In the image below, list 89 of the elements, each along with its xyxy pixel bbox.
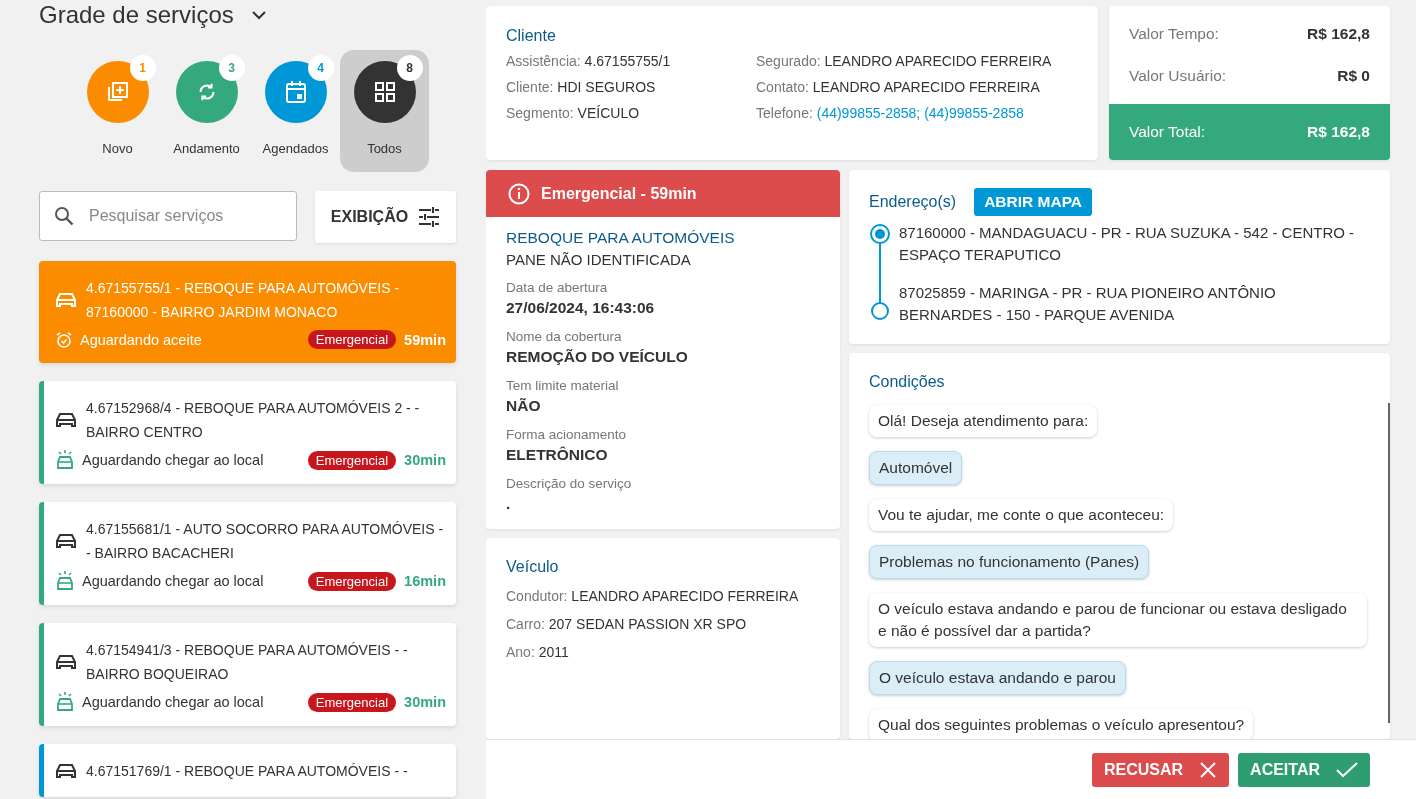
client-field: Telefone: (44)99855-2858; (44)99855-2858	[756, 105, 1078, 121]
status-text: Aguardando chegar ao local	[82, 694, 265, 710]
card-title: Condições	[869, 373, 946, 391]
category-tab[interactable]: 4 Agendados	[251, 50, 340, 172]
vehicle-field: Ano: 2011	[506, 644, 820, 660]
field-label: Nome da cobertura	[506, 329, 623, 344]
category-tab[interactable]: 3 Andamento	[162, 50, 251, 172]
alert-text: Emergencial - 59min	[541, 184, 697, 203]
priority-badge: Emergencial	[307, 330, 397, 349]
category-tab[interactable]: 8 Todos	[340, 50, 429, 172]
total-bar: Valor Total: R$ 162,8	[1109, 104, 1390, 160]
field-value: REMOÇÃO DO VEÍCULO	[506, 348, 689, 366]
answer-bubble: Problemas no funcionamento (Panes)	[869, 545, 1150, 579]
reject-button[interactable]: RECUSAR	[1091, 752, 1230, 787]
card-title: Endereço(s)	[869, 193, 957, 211]
elapsed-time: 59min	[404, 331, 446, 348]
car-with-siren-icon	[56, 571, 74, 591]
info-icon	[508, 182, 530, 205]
card-title: Veículo	[506, 558, 560, 576]
answer-bubble: Automóvel	[869, 451, 963, 485]
chevron-down-icon[interactable]	[251, 10, 266, 20]
priority-badge: Emergencial	[307, 450, 397, 470]
service-card[interactable]: 4.67155755/1 - REBOQUE PARA AUTOMÓVEIS - 87160000 - BAIRRO JARDIM MONACO Aguardando aceite Emergencial 59min	[39, 261, 456, 363]
field-value: ELETRÔNICO	[506, 446, 609, 464]
grid-icon	[373, 81, 396, 103]
service-card[interactable]: 4.67154941/3 - REBOQUE PARA AUTOMÓVEIS - - BAIRRO BOQUEIRAO Aguardando chegar ao local Emergencial 30min	[39, 623, 456, 726]
client-field: Contato: LEANDRO APARECIDO FERREIRA	[756, 79, 1078, 95]
question-bubble: Olá! Deseja atendimento para:	[869, 405, 1098, 437]
car-icon	[56, 292, 76, 308]
count-badge: 1	[129, 55, 156, 81]
service-title: 4.67155755/1 - REBOQUE PARA AUTOMÓVEIS - 87160000 - BAIRRO JARDIM MONACO	[86, 279, 401, 322]
service-title: 4.67152968/4 - REBOQUE PARA AUTOMÓVEIS 2 - - BAIRRO CENTRO	[86, 399, 421, 442]
calendar-icon	[284, 80, 307, 104]
vehicle-field: Carro: 207 SEDAN PASSION XR SPO	[506, 616, 820, 632]
address-text: 87025859 - MARINGA - PR - RUA PIONEIRO ANTÔNIO BERNARDES - 150 - PARQUE AVENIDA	[899, 283, 1277, 325]
service-card[interactable]: 4.67155681/1 - AUTO SOCORRO PARA AUTOMÓVEIS - - BAIRRO BACACHERI Aguardando chegar ao local Emergencial 16min	[39, 502, 456, 605]
client-field: Cliente: HDI SEGUROS	[506, 79, 756, 95]
add-copy-icon	[105, 80, 130, 104]
value-row-text: Valor Tempo: R$ 162,8	[1128, 24, 1371, 44]
elapsed-time: 16min	[404, 573, 446, 589]
client-field: Segmento: VEÍCULO	[506, 105, 756, 121]
address-text: 87160000 - MANDAGUACU - PR - RUA SUZUKA - 542 - CENTRO - ESPAÇO TERAPUTICO	[899, 223, 1356, 265]
service-title: 4.67151769/1 - REBOQUE PARA AUTOMÓVEIS - -	[86, 762, 408, 781]
car-icon	[56, 654, 76, 670]
service-subtitle: PANE NÃO IDENTIFICADA	[506, 251, 692, 268]
car-icon	[56, 533, 76, 549]
car-with-siren-icon	[56, 692, 74, 712]
car-with-siren-icon	[56, 450, 74, 470]
car-icon	[56, 412, 76, 428]
client-field: Segurado: LEANDRO APARECIDO FERREIRA	[756, 53, 1078, 69]
field-label: Descrição do serviço	[506, 476, 633, 491]
field-value: NÃO	[506, 397, 542, 415]
status-text: Aguardando chegar ao local	[82, 573, 265, 589]
vehicle-field: Condutor: LEANDRO APARECIDO FERREIRA	[506, 588, 820, 604]
count-badge: 4	[307, 55, 334, 81]
car-icon	[56, 763, 76, 779]
status-text: Aguardando chegar ao local	[82, 452, 265, 468]
field-label: Forma acionamento	[506, 427, 628, 442]
close-icon	[1199, 760, 1218, 779]
page-title: Grade de serviços	[39, 1, 234, 29]
search-field[interactable]: Pesquisar serviços	[39, 191, 297, 241]
field-label: Data de abertura	[506, 280, 609, 295]
status-text: Aguardando aceite	[80, 331, 203, 348]
view-options-button[interactable]: EXIBIÇÃO	[315, 191, 456, 243]
alarm-clock-icon	[56, 331, 72, 348]
client-field: Assistência: 4.67155755/1	[506, 53, 756, 69]
count-badge: 3	[218, 55, 245, 81]
category-tab[interactable]: 1 Novo	[73, 50, 162, 172]
field-value: .	[506, 495, 512, 513]
question-bubble: O veículo estava andando e parou de funcionar ou estava desligado e não é possível dar a partida?	[869, 593, 1367, 647]
count-badge: 8	[396, 55, 423, 81]
priority-badge: Emergencial	[307, 692, 397, 712]
service-card[interactable]: 4.67152968/4 - REBOQUE PARA AUTOMÓVEIS 2 - - BAIRRO CENTRO Aguardando chegar ao local Emergencial 30min	[39, 381, 456, 484]
service-title: 4.67155681/1 - AUTO SOCORRO PARA AUTOMÓVEIS - - BAIRRO BACACHERI	[86, 520, 445, 563]
elapsed-time: 30min	[404, 694, 446, 710]
check-icon	[1336, 761, 1358, 778]
elapsed-time: 30min	[404, 452, 446, 468]
service-name: REBOQUE PARA AUTOMÓVEIS	[506, 229, 736, 247]
value-row-text: Valor Usuário: R$ 0	[1128, 66, 1371, 86]
question-bubble: Qual dos seguintes problemas o veículo apresentou?	[869, 709, 1254, 739]
sliders-icon	[418, 207, 441, 227]
priority-badge: Emergencial	[307, 571, 397, 591]
service-title: 4.67154941/3 - REBOQUE PARA AUTOMÓVEIS - - BAIRRO BOQUEIRAO	[86, 641, 409, 684]
answer-bubble: O veículo estava andando e parou	[869, 661, 1126, 695]
card-title: Cliente	[506, 27, 557, 45]
field-label: Tem limite material	[506, 378, 620, 393]
question-bubble: Vou te ajudar, me conte o que aconteceu:	[869, 499, 1174, 531]
field-value: 27/06/2024, 16:43:06	[506, 299, 656, 317]
service-card[interactable]: 4.67151769/1 - REBOQUE PARA AUTOMÓVEIS - -	[39, 744, 456, 797]
